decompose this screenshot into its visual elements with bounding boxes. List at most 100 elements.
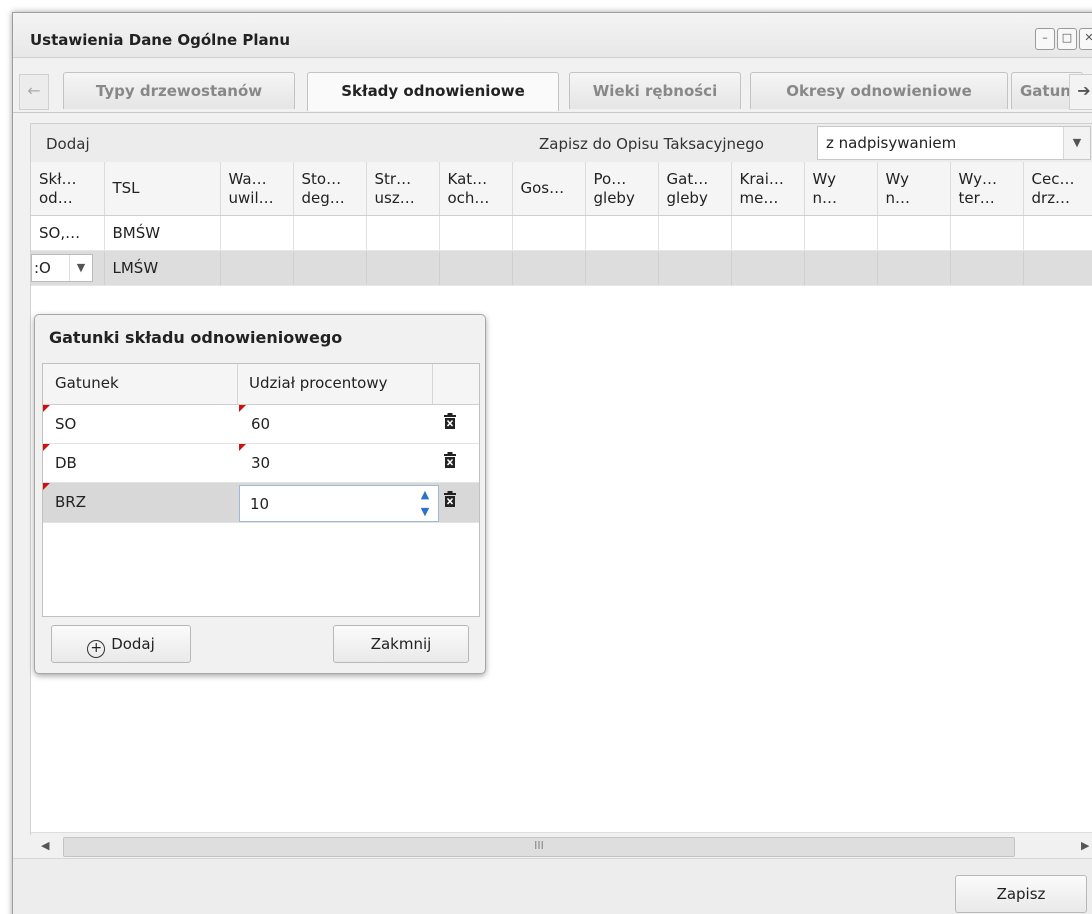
table-cell[interactable] [950,215,1024,251]
table-cell[interactable] [950,250,1024,286]
table-cell[interactable] [877,215,951,251]
col-header-line: uwil… [228,188,274,207]
table-cell[interactable] [731,250,805,286]
col-header[interactable]: Wy n… [877,162,951,216]
table-cell[interactable] [804,215,878,251]
chevron-down-icon[interactable]: ▼ [69,255,92,281]
save-mode-select[interactable]: z nadpisywaniem ▼ [817,126,1091,160]
species-row[interactable]: SO 60 [43,405,479,444]
save-button[interactable]: Zapisz [955,875,1087,913]
sklad-dropdown[interactable]: :O ▼ [31,254,93,282]
table-cell[interactable] [512,250,586,286]
table-cell[interactable] [293,250,367,286]
table-cell[interactable] [804,250,878,286]
cell-sklad[interactable]: SO,… [31,215,105,251]
table-cell[interactable] [1023,215,1092,251]
grid-toolbar: Dodaj Zapisz do Opisu Taksacyjnego z nad… [31,124,1092,163]
col-header[interactable]: TSL [104,162,221,216]
scroll-left-icon[interactable]: ◀ [41,839,49,852]
table-cell[interactable] [220,250,294,286]
table-cell[interactable] [877,250,951,286]
compositions-table: Skł… od… TSL Wa… uwil… Sto… deg… Str… usz… K… [31,162,1092,286]
tab-sklady-odnowieniowe[interactable]: Składy odnowieniowe [307,72,559,111]
table-cell[interactable] [439,250,513,286]
tab-scroll-right-icon[interactable]: ➔ [1069,74,1092,110]
col-header[interactable]: Po… gleby [585,162,659,216]
species-row-selected[interactable]: BRZ 10 ▲ ▼ [43,483,479,523]
trash-icon[interactable] [444,413,456,429]
table-cell[interactable] [439,215,513,251]
col-header-line: gleby [593,188,635,207]
col-header[interactable]: Sto… deg… [293,162,367,216]
col-header-line: Wy [885,169,909,188]
col-header-line: usz… [374,188,415,207]
table-cell[interactable] [293,215,367,251]
dirty-flag-icon [43,444,50,451]
col-header-line: TSL [112,179,140,197]
table-cell[interactable] [658,250,732,286]
cell-tsl[interactable]: LMŚW [104,250,221,286]
col-header-line: n… [812,188,838,207]
table-cell[interactable] [585,215,659,251]
species-cell[interactable]: BRZ [55,493,86,511]
table-row[interactable]: SO,… BMŚW [31,215,1092,251]
col-header[interactable]: Wy… ter… [950,162,1024,216]
col-header-species[interactable]: Gatunek [55,374,119,392]
cell-tsl[interactable]: BMŚW [104,215,221,251]
col-header-percent[interactable]: Udział procentowy [249,374,388,392]
table-cell[interactable] [366,215,440,251]
species-row[interactable]: DB 30 [43,444,479,483]
dirty-flag-icon [43,483,50,490]
table-row[interactable]: :O ▼ LMŚW [31,250,1092,286]
scroll-right-icon[interactable]: ▶ [1081,839,1089,852]
col-header[interactable]: Kat… och… [439,162,513,216]
col-header-line: Krai… [739,169,784,188]
col-header-line: Po… [593,169,627,188]
maximize-button[interactable]: □ [1057,28,1077,50]
col-header[interactable]: Skł… od… [31,162,105,216]
col-header-line: drz… [1031,188,1071,207]
col-header[interactable]: Cec… drz… [1023,162,1092,216]
table-cell[interactable] [585,250,659,286]
add-row-button[interactable]: Dodaj [46,135,90,153]
trash-icon[interactable] [444,452,456,468]
spinner-down-icon[interactable]: ▼ [412,504,438,520]
trash-icon[interactable] [444,491,456,507]
col-header[interactable]: Wy n… [804,162,878,216]
dirty-flag-icon [239,405,246,412]
col-header[interactable]: Str… usz… [366,162,440,216]
chevron-down-icon[interactable]: ▼ [1063,127,1090,159]
spinner-up-icon[interactable]: ▲ [412,487,438,503]
table-cell[interactable] [512,215,586,251]
table-cell[interactable] [220,215,294,251]
add-species-button[interactable]: + Dodaj [51,625,191,663]
col-header-line: Wy… [958,169,997,188]
percent-cell[interactable]: 60 [251,415,270,433]
window-title: Ustawienia Dane Ogólne Planu [30,31,291,49]
dialog-title: Gatunki składu odnowieniowego [49,328,343,347]
table-cell[interactable] [731,215,805,251]
col-header[interactable]: Wa… uwil… [220,162,294,216]
col-header[interactable]: Krai… me… [731,162,805,216]
horizontal-scrollbar[interactable]: ◀ III ▶ [31,832,1092,861]
tab-typy-drzewostanow[interactable]: Typy drzewostanów [63,72,295,109]
tab-okresy-odnowieniowe[interactable]: Okresy odnowieniowe [750,72,1008,109]
table-cell[interactable] [366,250,440,286]
table-cell[interactable] [658,215,732,251]
close-dialog-button[interactable]: Zakmnij [333,625,469,663]
percent-spinner-input[interactable]: 10 ▲ ▼ [239,485,439,522]
species-cell[interactable]: DB [55,454,77,472]
table-cell[interactable] [1023,250,1092,286]
percent-cell[interactable]: 30 [251,454,270,472]
tab-scroll-left-icon[interactable]: ← [19,74,49,110]
species-dialog: Gatunki składu odnowieniowego Gatunek Ud… [34,314,486,674]
minimize-button[interactable]: – [1035,28,1055,50]
scrollbar-thumb[interactable]: III [63,837,1015,857]
col-header[interactable]: Gat… gleby [658,162,732,216]
species-cell[interactable]: SO [55,415,76,433]
tab-wieki-rebnosci[interactable]: Wieki rębności [569,72,741,109]
col-header[interactable]: Gos… [512,162,586,216]
close-button[interactable]: ✕ [1079,28,1092,50]
sklad-dropdown-value: :O [34,259,51,277]
cell-sklad-editor[interactable]: :O ▼ [31,250,105,286]
